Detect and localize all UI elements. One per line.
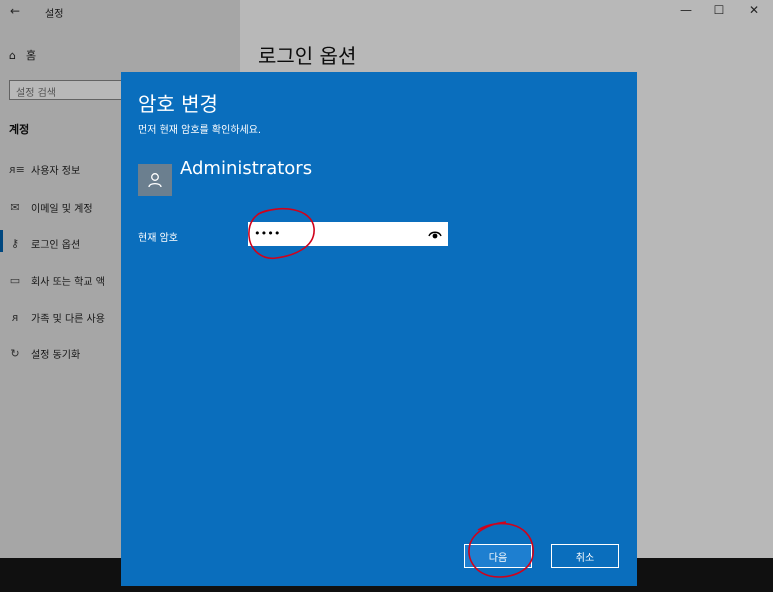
dialog-title: 암호 변경 (138, 92, 218, 116)
current-password-input[interactable] (248, 222, 420, 245)
change-password-dialog: 암호 변경 먼저 현재 암호를 확인하세요. Administrators 현재… (121, 72, 637, 586)
current-password-box[interactable] (248, 222, 448, 246)
next-button[interactable]: 다음 (464, 544, 532, 568)
dialog-subtitle: 먼저 현재 암호를 확인하세요. (138, 125, 262, 136)
user-avatar-icon (138, 164, 172, 196)
reveal-password-icon[interactable] (427, 226, 443, 242)
current-password-label: 현재 암호 (138, 233, 178, 244)
cancel-button[interactable]: 취소 (551, 544, 619, 568)
user-name: Administrators (180, 158, 313, 179)
